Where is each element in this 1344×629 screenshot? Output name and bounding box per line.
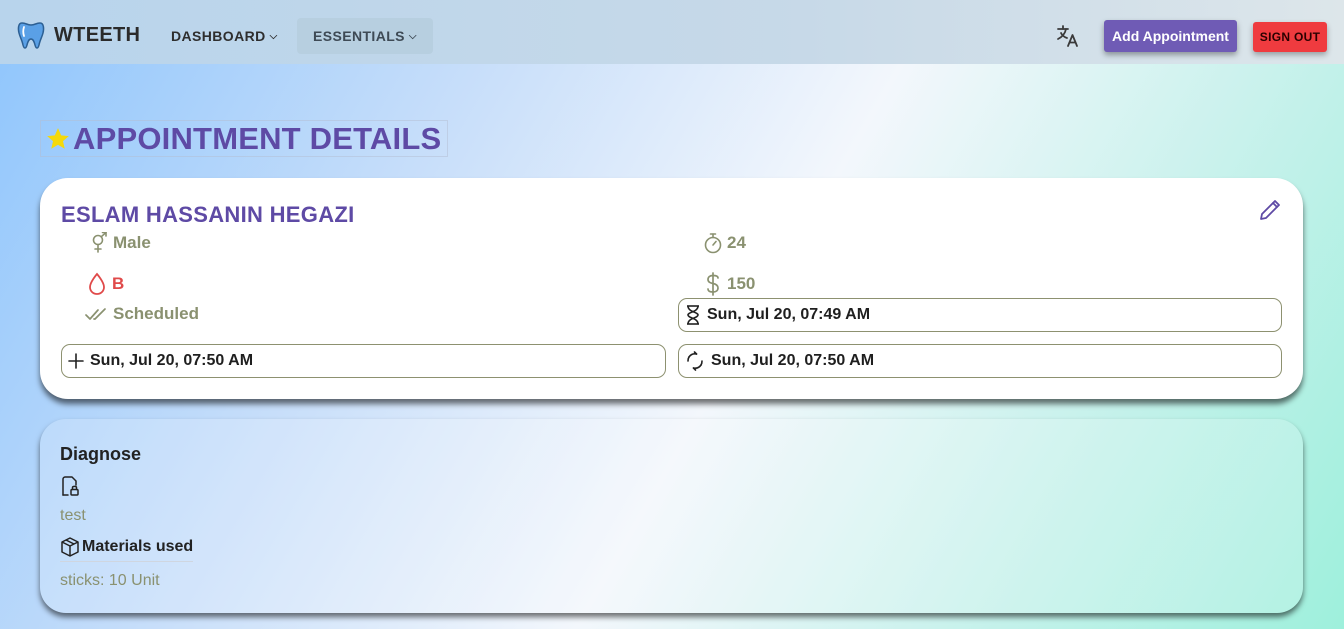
updated-time-value: Sun, Jul 20, 07:50 AM: [711, 352, 875, 369]
double-check-icon: [85, 308, 106, 320]
age-value: 24: [727, 233, 746, 252]
status-value: Scheduled: [113, 304, 199, 323]
brand-name: WTEETH: [54, 23, 141, 46]
package-icon: [61, 537, 79, 557]
nav-essentials[interactable]: ESSENTIALS ⌵: [297, 18, 433, 54]
sign-out-button[interactable]: SIGN OUT: [1253, 22, 1327, 52]
plus-icon: [68, 353, 84, 369]
gender-icon: [92, 232, 107, 253]
page-title: APPOINTMENT DETAILS: [40, 120, 449, 157]
price-value: 150: [727, 274, 756, 293]
translate-icon[interactable]: [1056, 23, 1080, 49]
patient-name: ESLAM HASSANIN HEGAZI: [61, 202, 355, 227]
nav-dashboard[interactable]: DASHBOARD ⌵: [155, 18, 294, 54]
updated-time-box: Sun, Jul 20, 07:50 AM: [678, 344, 1282, 378]
scheduled-time-value: Sun, Jul 20, 07:49 AM: [707, 306, 871, 323]
page-title-text: APPOINTMENT DETAILS: [73, 120, 442, 156]
blood-type-field: B: [86, 272, 124, 296]
hourglass-icon: [687, 305, 699, 325]
created-time-box: Sun, Jul 20, 07:50 AM: [61, 344, 666, 378]
brand[interactable]: WTEETH: [17, 20, 140, 50]
scheduled-time-box: Sun, Jul 20, 07:49 AM: [678, 298, 1282, 332]
add-appointment-button[interactable]: Add Appointment: [1104, 20, 1237, 52]
blood-type-value: B: [112, 274, 125, 293]
details-card: Diagnose test Materials used sticks: 10 …: [40, 419, 1303, 613]
appointment-card: ESLAM HASSANIN HEGAZI Male 24 B 150 Sche…: [40, 178, 1303, 399]
materials-title-text: Materials used: [82, 538, 194, 555]
stopwatch-icon: [704, 233, 722, 254]
dollar-icon: [707, 272, 719, 296]
diagnose-text: test: [60, 507, 86, 524]
gender-field: Male: [89, 232, 151, 254]
top-navbar: WTEETH DASHBOARD ⌵ ESSENTIALS ⌵ Add Appo…: [0, 0, 1344, 64]
nav-dashboard-label: DASHBOARD: [171, 28, 266, 44]
blood-drop-icon: [89, 272, 105, 295]
price-field: 150: [703, 272, 755, 296]
star-icon: [47, 127, 69, 149]
created-time-value: Sun, Jul 20, 07:50 AM: [90, 352, 254, 369]
status-field: Scheduled: [85, 304, 199, 324]
nav-essentials-label: ESSENTIALS: [313, 28, 405, 44]
materials-title: Materials used: [60, 537, 194, 562]
diagnose-title: Diagnose: [60, 444, 142, 464]
materials-text: sticks: 10 Unit: [60, 572, 160, 589]
file-lock-icon: [62, 476, 79, 496]
gender-value: Male: [113, 233, 151, 252]
age-field: 24: [703, 232, 746, 254]
refresh-icon: [687, 351, 703, 371]
pencil-icon[interactable]: [1258, 198, 1282, 222]
chevron-down-icon: ⌵: [408, 30, 417, 42]
tooth-icon: [17, 22, 45, 49]
chevron-down-icon: ⌵: [269, 30, 278, 42]
